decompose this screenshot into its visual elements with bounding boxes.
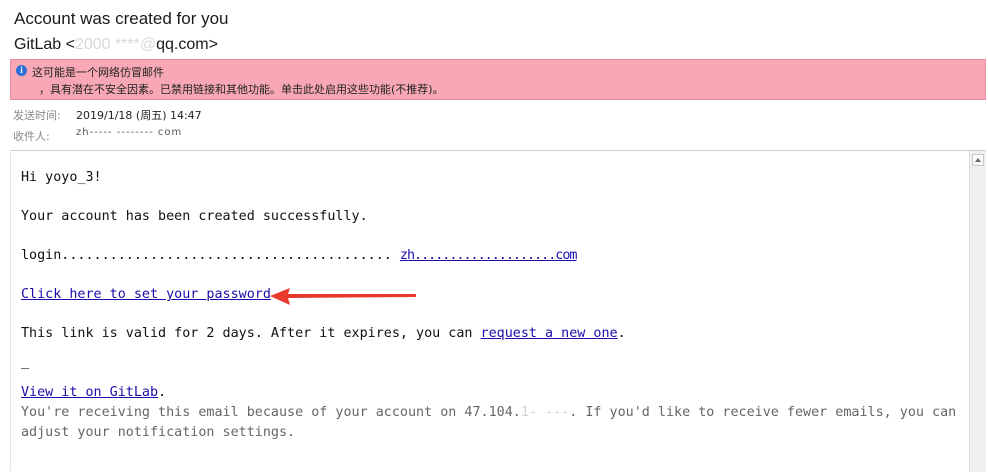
scroll-up-arrow-icon[interactable] — [972, 154, 984, 166]
red-arrow-annotation — [270, 288, 416, 305]
recipient-value: zh----- -------- com — [76, 127, 183, 138]
set-password-link[interactable]: Click here to set your password — [21, 287, 271, 302]
email-subject: Account was created for you — [14, 9, 229, 28]
view-gitlab-row: View it on GitLab. — [21, 385, 167, 400]
greeting: Hi yoyo_3! — [21, 170, 102, 185]
set-password-row: Click here to set your password — [21, 287, 271, 302]
vertical-scrollbar[interactable] — [969, 151, 986, 472]
login-email-link[interactable]: zh....................com — [400, 248, 578, 263]
warning-line-1: 这可能是一个网络仿冒邮件 — [32, 66, 164, 79]
sender-redacted: 2000 ****@ — [74, 36, 157, 53]
message-body — [10, 150, 986, 472]
request-new-link[interactable]: request a new one — [481, 326, 618, 341]
recipient-label: 收件人: — [13, 130, 50, 143]
footer-line-1: You're receiving this email because of y… — [21, 405, 957, 420]
account-created-text: Your account has been created successful… — [21, 209, 368, 224]
signature-separator: — — [21, 361, 30, 376]
login-row: login...................................… — [21, 248, 578, 263]
ip-redacted: 1- --- — [520, 405, 570, 420]
login-label: login...................................… — [21, 248, 392, 263]
sent-time-label: 发送时间: — [13, 109, 61, 122]
footer-line-2: adjust your notification settings. — [21, 425, 296, 440]
email-sender: GitLab <2000 ****@qq.com> — [14, 36, 218, 53]
view-on-gitlab-link[interactable]: View it on GitLab — [21, 385, 158, 400]
link-validity-row: This link is valid for 2 days. After it … — [21, 326, 626, 341]
phishing-warning-bar[interactable]: i 这可能是一个网络仿冒邮件 ，具有潜在不安全因素。已禁用链接和其他功能。单击此… — [10, 59, 986, 100]
warning-line-2[interactable]: ，具有潜在不安全因素。已禁用链接和其他功能。单击此处启用这些功能(不推荐)。 — [39, 81, 444, 97]
sent-time-value: 2019/1/18 (周五) 14:47 — [76, 109, 202, 122]
info-icon: i — [16, 65, 27, 76]
